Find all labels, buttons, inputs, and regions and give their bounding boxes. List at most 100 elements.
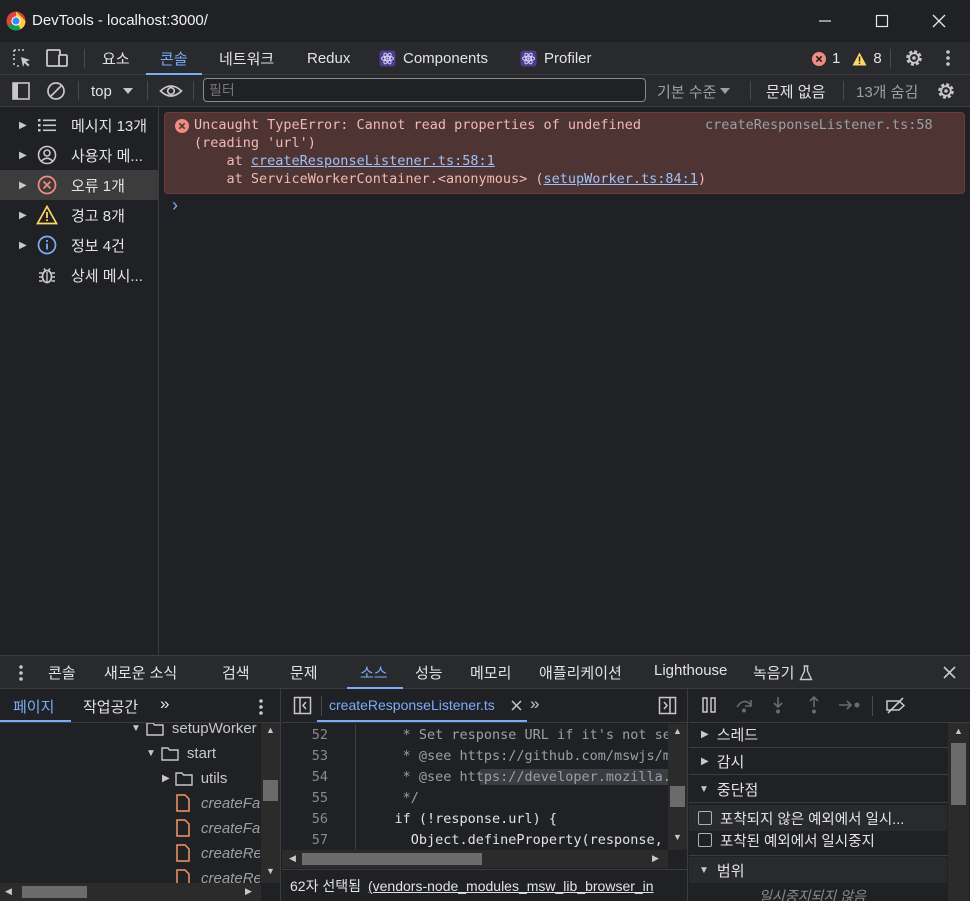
- line-number: 56: [311, 811, 328, 827]
- drawer-tab-application[interactable]: 애플리케이션: [539, 662, 622, 683]
- drawer-tab-whats-new[interactable]: 새로운 소식: [104, 662, 177, 683]
- scroll-left-arrow-icon[interactable]: ◀: [5, 886, 12, 897]
- drawer-tab-console[interactable]: 콘솔: [48, 662, 76, 683]
- drawer-tab-performance[interactable]: 성능: [415, 662, 443, 683]
- checkbox[interactable]: [698, 811, 712, 825]
- navigator-menu-icon[interactable]: [256, 697, 266, 717]
- sidebar-item-messages[interactable]: ▶ 메시지 13개: [0, 110, 158, 140]
- section-scope[interactable]: ▼ 범위: [689, 857, 947, 883]
- pause-on-caught-exceptions[interactable]: 포착된 예외에서 일시중지: [689, 827, 947, 853]
- drawer-tab-search[interactable]: 검색: [222, 662, 250, 683]
- drawer-tab-sources[interactable]: 소스: [360, 662, 388, 683]
- tab-console[interactable]: 콘솔: [146, 42, 202, 75]
- pause-icon[interactable]: [701, 697, 717, 713]
- stack-frame-1-link[interactable]: createResponseListener.ts:58:1: [251, 153, 495, 169]
- sidebar-item-info[interactable]: ▶ 정보 4건: [0, 230, 158, 260]
- tree-file[interactable]: createFa: [176, 819, 260, 837]
- tab-profiler[interactable]: Profiler: [520, 42, 592, 74]
- sidebar-item-warnings[interactable]: ▶ 경고 8개: [0, 200, 158, 230]
- tree-folder-setupworker[interactable]: ▼ setupWorker: [131, 723, 257, 737]
- drawer-tab-recorder[interactable]: 녹음기: [753, 662, 814, 683]
- navigator-horizontal-scrollbar[interactable]: ◀ ▶: [0, 883, 261, 901]
- navigator-tab-workspace[interactable]: 작업공간: [83, 696, 138, 717]
- section-watch[interactable]: ▶ 감시: [689, 748, 947, 774]
- scroll-right-arrow-icon[interactable]: ▶: [652, 853, 659, 864]
- tab-components[interactable]: Components: [379, 42, 488, 74]
- step-out-icon[interactable]: [807, 696, 821, 714]
- close-window-button[interactable]: [919, 8, 959, 34]
- scroll-up-arrow-icon[interactable]: ▲: [266, 725, 275, 735]
- editor-vertical-scrollbar[interactable]: ▲ ▼: [668, 724, 687, 850]
- more-options-icon[interactable]: [943, 48, 953, 68]
- step-into-icon[interactable]: [771, 696, 785, 714]
- tree-file[interactable]: createRe: [176, 844, 260, 862]
- live-expression-eye-icon[interactable]: [159, 81, 183, 101]
- console-settings-gear-icon[interactable]: [935, 80, 957, 102]
- context-selector[interactable]: top: [91, 81, 133, 101]
- tree-folder-start[interactable]: ▼ start: [146, 745, 216, 762]
- drawer-tab-memory[interactable]: 메모리: [470, 662, 511, 683]
- code-line: */: [362, 790, 419, 806]
- toggle-debugger-icon[interactable]: [658, 696, 677, 715]
- editor-file-tab[interactable]: createResponseListener.ts: [329, 697, 495, 713]
- inspect-element-icon[interactable]: [11, 47, 33, 69]
- navigator-tab-page[interactable]: 페이지: [13, 696, 54, 717]
- drawer-tab-lighthouse[interactable]: Lighthouse: [654, 662, 727, 679]
- scroll-down-arrow-icon[interactable]: ▼: [673, 832, 682, 842]
- sidebar-item-user-messages[interactable]: ▶ 사용자 메...: [0, 140, 158, 170]
- scrollbar-thumb[interactable]: [263, 780, 278, 801]
- step-icon[interactable]: [838, 698, 862, 712]
- editor-horizontal-scrollbar[interactable]: ◀ ▶: [282, 850, 668, 868]
- navigator-vertical-scrollbar[interactable]: ▲ ▼: [261, 723, 280, 883]
- toggle-navigator-icon[interactable]: [293, 696, 312, 715]
- stack-frame-2-link[interactable]: setupWorker.ts:84:1: [544, 171, 698, 187]
- source-map-link[interactable]: (vendors-node_modules_msw_lib_browser_in: [368, 878, 654, 894]
- step-over-icon[interactable]: [735, 697, 755, 713]
- scroll-down-arrow-icon[interactable]: ▼: [266, 866, 275, 876]
- scrollbar-thumb[interactable]: [302, 853, 482, 865]
- sidebar-toggle-icon[interactable]: [11, 81, 31, 101]
- device-toggle-icon[interactable]: [45, 47, 69, 69]
- settings-gear-icon[interactable]: [903, 47, 925, 69]
- drawer-tab-issues[interactable]: 문제: [290, 662, 318, 683]
- clear-console-icon[interactable]: [46, 81, 66, 101]
- maximize-button[interactable]: [862, 8, 902, 34]
- debugger-vertical-scrollbar[interactable]: ▲: [948, 723, 969, 901]
- tree-folder-utils[interactable]: ▶ utils: [162, 770, 227, 787]
- minimize-button[interactable]: [805, 8, 845, 34]
- section-threads[interactable]: ▶ 스레드: [689, 723, 947, 747]
- more-tabs-chevron-icon[interactable]: »: [160, 694, 169, 714]
- console-filter-input[interactable]: [203, 78, 646, 102]
- console-prompt[interactable]: ›: [172, 195, 178, 216]
- code-line: * Set response URL if it's not set: [362, 727, 668, 743]
- sidebar-item-errors[interactable]: ▶ 오류 1개: [0, 170, 158, 200]
- checkbox[interactable]: [698, 833, 712, 847]
- error-warning-counter[interactable]: 1 8: [812, 50, 882, 67]
- tab-elements[interactable]: 요소: [102, 42, 130, 74]
- scrollbar-thumb[interactable]: [670, 786, 685, 807]
- scroll-right-arrow-icon[interactable]: ▶: [245, 886, 252, 897]
- issues-button[interactable]: 문제 없음: [766, 81, 825, 102]
- sidebar-item-verbose[interactable]: 상세 메시...: [0, 260, 158, 290]
- scroll-up-arrow-icon[interactable]: ▲: [673, 726, 682, 736]
- tab-redux[interactable]: Redux: [307, 42, 350, 74]
- deactivate-breakpoints-icon[interactable]: [885, 697, 906, 714]
- scrollbar-thumb[interactable]: [951, 743, 966, 805]
- code-area[interactable]: 52 53 54 55 56 57 * Set response URL if …: [282, 724, 668, 850]
- tree-file[interactable]: createFa: [176, 794, 260, 812]
- more-tabs-chevron-icon[interactable]: »: [530, 694, 539, 714]
- scroll-up-arrow-icon[interactable]: ▲: [954, 726, 963, 736]
- drawer-menu-icon[interactable]: [16, 663, 26, 683]
- error-source-link[interactable]: createResponseListener.ts:58: [705, 117, 933, 133]
- code-line: * @see https://developer.mozilla.o: [362, 769, 668, 785]
- close-tab-icon[interactable]: [511, 700, 522, 711]
- log-level-dropdown[interactable]: 기본 수준: [657, 81, 731, 101]
- close-drawer-icon[interactable]: [943, 666, 956, 679]
- scrollbar-thumb[interactable]: [22, 886, 87, 898]
- dropdown-caret-icon: [122, 88, 133, 94]
- section-breakpoints[interactable]: ▼ 중단점: [689, 776, 947, 802]
- expand-arrow-icon: ▶: [701, 755, 709, 767]
- scroll-left-arrow-icon[interactable]: ◀: [289, 853, 296, 864]
- tree-file[interactable]: createRe: [176, 869, 260, 883]
- tab-network[interactable]: 네트워크: [219, 42, 274, 74]
